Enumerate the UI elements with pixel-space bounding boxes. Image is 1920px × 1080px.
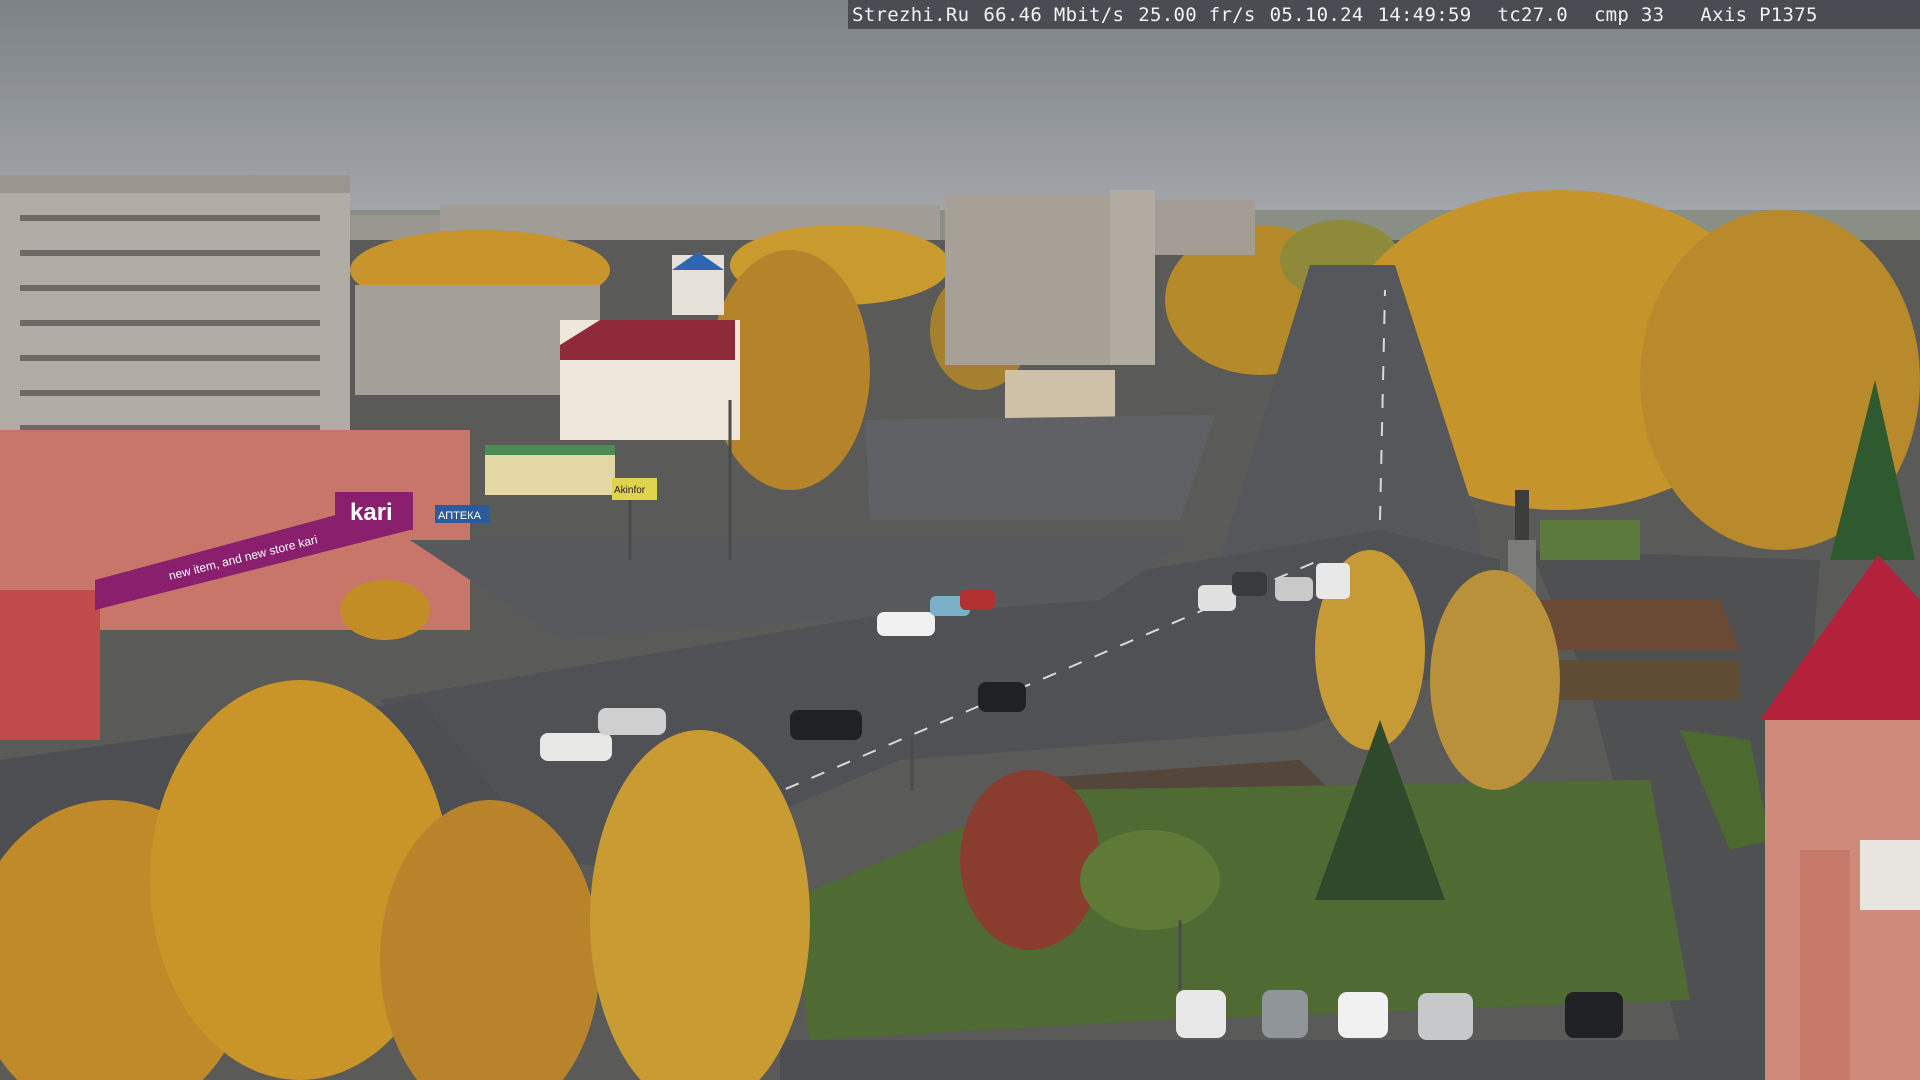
camera-osd-overlay: Strezhi.Ru 66.46 Mbit/s 25.00 fr/s 05.10… (848, 0, 1920, 29)
osd-cmp: cmp 33 (1593, 3, 1665, 26)
pharmacy-sign: АПТЕКА (438, 510, 482, 522)
kari-sign: kari (350, 499, 393, 526)
webcam-scene: kari new item, and new store kari АПТЕКА… (0, 0, 1920, 1080)
osd-site: Strezhi.Ru (852, 3, 970, 26)
osd-tc: tc27.0 (1497, 3, 1568, 26)
osd-camera-model: Axis P1375 (1700, 3, 1818, 26)
plaza-pavilion (1005, 370, 1115, 418)
osd-time: 14:49:59 (1377, 3, 1472, 26)
upper-plaza (865, 415, 1215, 520)
osd-date: 05.10.24 (1269, 3, 1364, 26)
shop-sign: Akinfor (614, 485, 646, 496)
osd-fps: 25.00 fr/s (1138, 3, 1256, 26)
osd-bitrate: 66.46 Mbit/s (983, 3, 1125, 26)
